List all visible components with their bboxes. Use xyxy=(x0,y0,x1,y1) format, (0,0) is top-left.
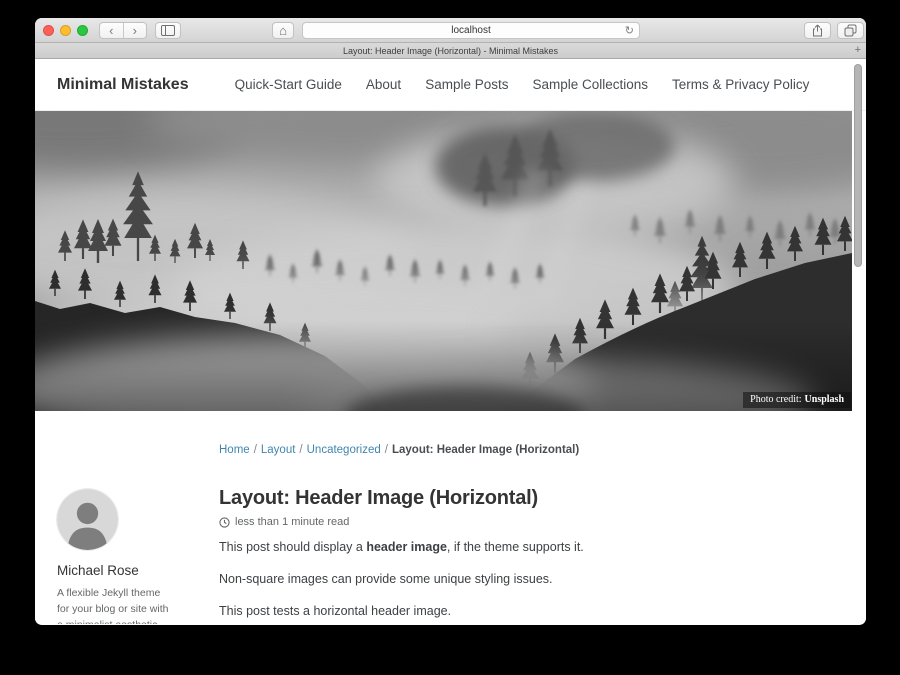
site-title-link[interactable]: Minimal Mistakes xyxy=(57,76,189,94)
author-sidebar: Michael Rose A flexible Jekyll theme for… xyxy=(57,489,207,624)
page-title: Layout: Header Image (Horizontal) xyxy=(219,487,779,510)
forward-icon: › xyxy=(133,24,137,37)
paragraph-text: This post should display a xyxy=(219,540,366,554)
read-time-text: less than 1 minute read xyxy=(235,516,349,528)
address-url-text: localhost xyxy=(451,25,490,36)
history-nav-group: ‹ › xyxy=(99,22,147,39)
article: Layout: Header Image (Horizontal) less t… xyxy=(219,483,779,621)
breadcrumb-separator: / xyxy=(254,444,257,456)
breadcrumb-link-home[interactable]: Home xyxy=(219,444,250,456)
author-name: Michael Rose xyxy=(57,563,207,578)
sidebar-icon xyxy=(161,25,175,36)
forward-button[interactable]: › xyxy=(123,23,147,38)
breadcrumb-link-uncategorized[interactable]: Uncategorized xyxy=(307,444,381,456)
clock-icon xyxy=(219,517,230,528)
foggy-forest-illustration xyxy=(35,111,852,411)
tab-overview-button[interactable] xyxy=(837,22,864,39)
avatar xyxy=(57,489,118,550)
zoom-window-button[interactable] xyxy=(77,25,88,36)
article-paragraph-3: This post tests a horizontal header imag… xyxy=(219,602,779,621)
share-button[interactable] xyxy=(804,22,831,39)
close-window-button[interactable] xyxy=(43,25,54,36)
tab-overview-icon xyxy=(844,24,857,37)
new-tab-button[interactable]: + xyxy=(855,44,861,56)
nav-link-sample-posts[interactable]: Sample Posts xyxy=(425,77,508,92)
read-time-meta: less than 1 minute read xyxy=(219,516,779,528)
article-paragraph-1: This post should display a header image,… xyxy=(219,538,779,557)
back-icon: ‹ xyxy=(109,24,113,37)
address-bar[interactable]: localhost ↻ xyxy=(302,22,640,39)
active-tab[interactable]: Layout: Header Image (Horizontal) - Mini… xyxy=(343,46,558,56)
nav-link-quick-start[interactable]: Quick-Start Guide xyxy=(235,77,342,92)
safari-window: ‹ › ⌂ localhost ↻ xyxy=(35,18,866,625)
photo-credit: Photo credit: Unsplash xyxy=(743,392,851,408)
reload-button[interactable]: ↻ xyxy=(625,24,634,37)
share-icon xyxy=(812,24,823,37)
nav-link-terms[interactable]: Terms & Privacy Policy xyxy=(672,77,809,92)
header-image: Photo credit: Unsplash xyxy=(35,111,852,411)
breadcrumb: Home/Layout/Uncategorized/Layout: Header… xyxy=(219,444,579,456)
reload-icon: ↻ xyxy=(625,25,634,37)
site-masthead: Minimal Mistakes Quick-Start Guide About… xyxy=(35,59,866,111)
article-paragraph-2: Non-square images can provide some uniqu… xyxy=(219,570,779,589)
browser-toolbar: ‹ › ⌂ localhost ↻ xyxy=(35,18,866,43)
plus-icon: + xyxy=(855,44,861,56)
breadcrumb-current: Layout: Header Image (Horizontal) xyxy=(392,444,579,456)
photo-credit-source: Unsplash xyxy=(805,394,844,405)
desktop-background: ‹ › ⌂ localhost ↻ xyxy=(0,0,900,675)
breadcrumb-separator: / xyxy=(385,444,388,456)
paragraph-bold-text: header image xyxy=(366,540,447,554)
home-icon: ⌂ xyxy=(279,24,287,37)
page-viewport: Minimal Mistakes Quick-Start Guide About… xyxy=(35,59,866,624)
nav-link-about[interactable]: About xyxy=(366,77,401,92)
minimize-window-button[interactable] xyxy=(60,25,71,36)
scrollbar-thumb[interactable] xyxy=(854,64,862,267)
home-button[interactable]: ⌂ xyxy=(272,22,294,39)
author-bio: A flexible Jekyll theme for your blog or… xyxy=(57,586,171,624)
tab-bar: Layout: Header Image (Horizontal) - Mini… xyxy=(35,43,866,59)
paragraph-text: , if the theme supports it. xyxy=(447,540,584,554)
sidebar-toggle-button[interactable] xyxy=(155,22,181,39)
back-button[interactable]: ‹ xyxy=(100,23,123,38)
breadcrumb-link-layout[interactable]: Layout xyxy=(261,444,296,456)
nav-link-sample-collections[interactable]: Sample Collections xyxy=(532,77,648,92)
photo-credit-label: Photo credit: xyxy=(750,394,801,405)
breadcrumb-separator: / xyxy=(299,444,302,456)
